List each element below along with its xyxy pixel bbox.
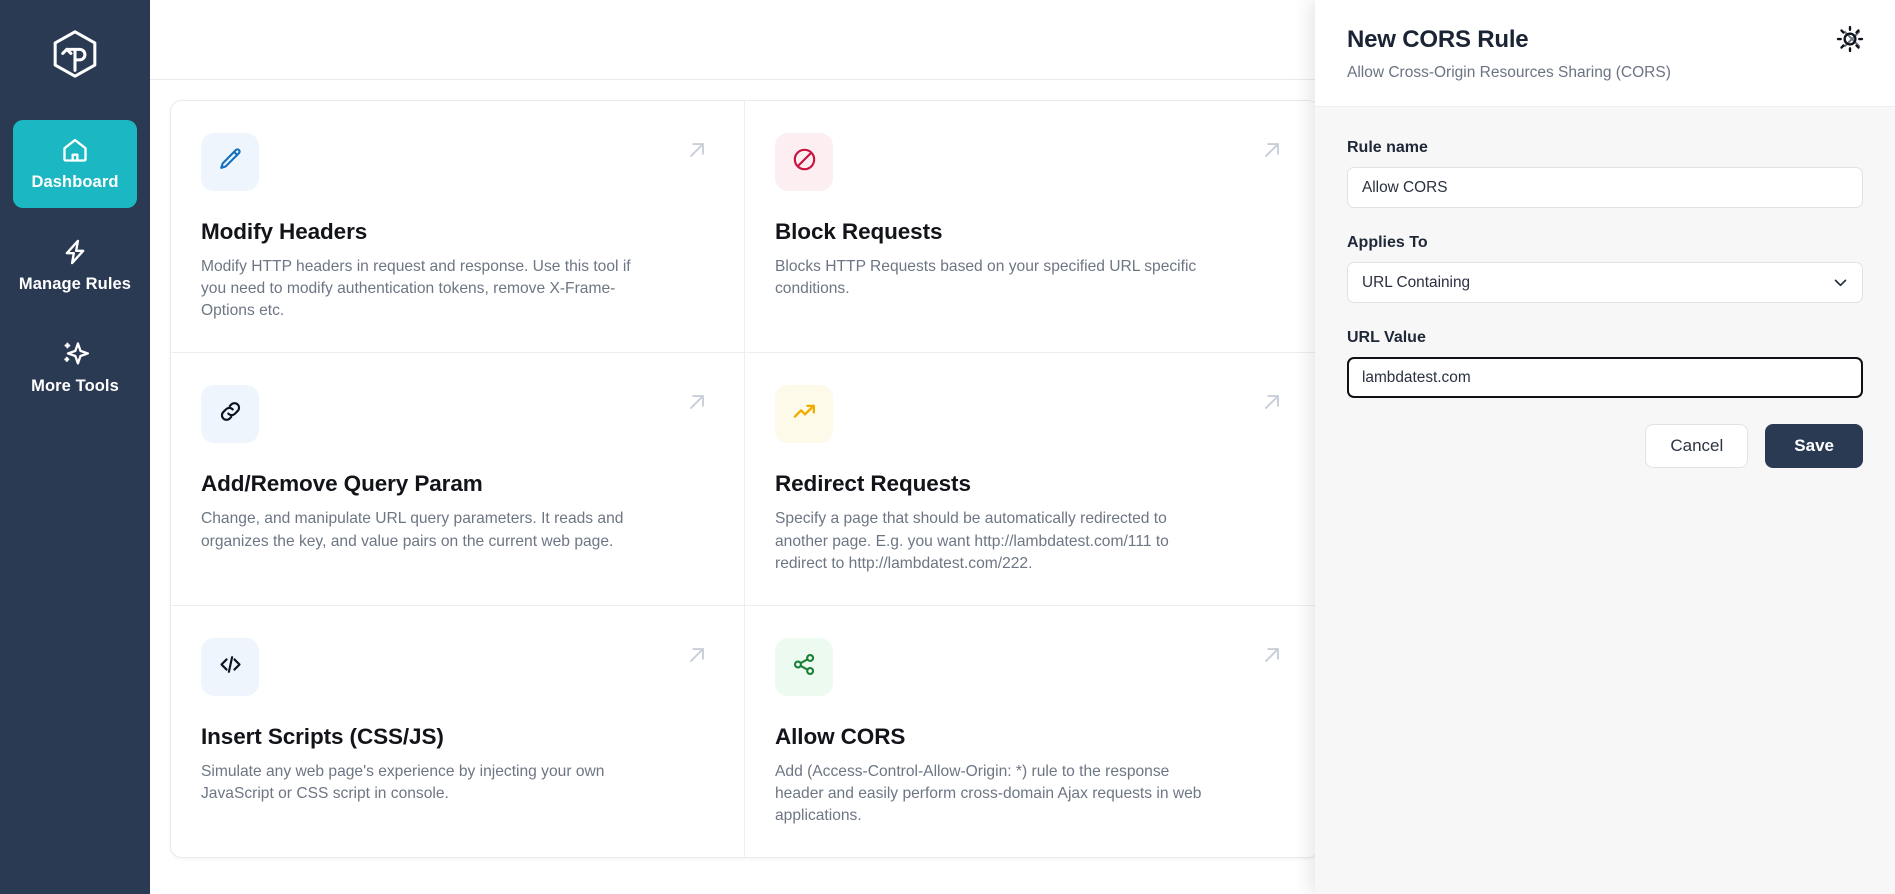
tool-card[interactable]: Allow CORS Add (Access-Control-Allow-Ori… xyxy=(745,606,1319,857)
card-description: Add (Access-Control-Allow-Origin: *) rul… xyxy=(775,761,1215,827)
url-value-input[interactable] xyxy=(1347,357,1863,398)
sidebar-nav: Dashboard Manage Rules xyxy=(0,120,150,412)
code-icon xyxy=(217,651,244,683)
arrow-up-right-icon[interactable] xyxy=(1259,137,1285,163)
applies-to-select[interactable]: URL Containing xyxy=(1347,262,1863,303)
sidebar-item-label: More Tools xyxy=(31,377,119,396)
sidebar: Dashboard Manage Rules xyxy=(0,0,150,894)
card-title: Add/Remove Query Param xyxy=(201,471,714,497)
arrow-up-right-icon[interactable] xyxy=(1259,389,1285,415)
panel-title: New CORS Rule xyxy=(1347,26,1863,54)
card-icon-wrapper xyxy=(201,385,259,443)
rule-name-label: Rule name xyxy=(1347,139,1863,157)
panel-body: Rule name Applies To URL Containing xyxy=(1315,107,1895,468)
applies-to-label: Applies To xyxy=(1347,234,1863,252)
tools-card-grid: Modify Headers Modify HTTP headers in re… xyxy=(170,100,1320,858)
tool-card[interactable]: Modify Headers Modify HTTP headers in re… xyxy=(171,101,745,353)
pencil-icon xyxy=(217,146,244,178)
arrow-up-right-icon[interactable] xyxy=(684,389,710,415)
panel-subtitle: Allow Cross-Origin Resources Sharing (CO… xyxy=(1347,64,1863,82)
home-icon xyxy=(61,136,89,164)
sidebar-item-label: Manage Rules xyxy=(19,275,131,294)
tool-card[interactable]: Block Requests Blocks HTTP Requests base… xyxy=(745,101,1319,353)
app-logo-icon[interactable] xyxy=(43,22,107,86)
rule-name-input[interactable] xyxy=(1347,167,1863,208)
tool-card[interactable]: Add/Remove Query Param Change, and manip… xyxy=(171,353,745,605)
new-rule-panel: New CORS Rule Allow Cross-Origin Resourc… xyxy=(1315,0,1895,894)
card-title: Redirect Requests xyxy=(775,471,1289,497)
card-description: Change, and manipulate URL query paramet… xyxy=(201,508,641,552)
app-root: Dashboard Manage Rules xyxy=(0,0,1895,894)
save-button[interactable]: Save xyxy=(1765,424,1863,468)
sidebar-item-manage-rules[interactable]: Manage Rules xyxy=(13,222,137,310)
card-title: Insert Scripts (CSS/JS) xyxy=(201,724,714,750)
card-description: Blocks HTTP Requests based on your speci… xyxy=(775,256,1215,300)
tool-card[interactable]: Insert Scripts (CSS/JS) Simulate any web… xyxy=(171,606,745,857)
bolt-icon xyxy=(61,238,89,266)
card-description: Modify HTTP headers in request and respo… xyxy=(201,256,641,322)
card-icon-wrapper xyxy=(775,385,833,443)
link-icon xyxy=(217,398,244,430)
tool-card[interactable]: Redirect Requests Specify a page that sh… xyxy=(745,353,1319,605)
arrow-up-right-icon[interactable] xyxy=(684,137,710,163)
rule-name-field: Rule name xyxy=(1347,139,1863,208)
card-description: Simulate any web page's experience by in… xyxy=(201,761,641,805)
sparkles-icon xyxy=(61,340,89,368)
card-title: Block Requests xyxy=(775,219,1289,245)
card-icon-wrapper xyxy=(775,133,833,191)
card-icon-wrapper xyxy=(201,638,259,696)
trending-up-icon xyxy=(791,398,818,430)
arrow-up-right-icon[interactable] xyxy=(1259,642,1285,668)
applies-to-select-wrapper: URL Containing xyxy=(1347,262,1863,303)
card-description: Specify a page that should be automatica… xyxy=(775,508,1215,574)
applies-to-field: Applies To URL Containing xyxy=(1347,234,1863,303)
card-icon-wrapper xyxy=(775,638,833,696)
url-value-field: URL Value xyxy=(1347,329,1863,398)
share-nodes-icon xyxy=(791,651,818,683)
sun-icon[interactable] xyxy=(1835,24,1865,54)
no-entry-icon xyxy=(791,146,818,178)
sidebar-item-dashboard[interactable]: Dashboard xyxy=(13,120,137,208)
panel-actions: Cancel Save xyxy=(1347,424,1863,468)
panel-header: New CORS Rule Allow Cross-Origin Resourc… xyxy=(1315,0,1895,107)
cancel-button[interactable]: Cancel xyxy=(1645,424,1748,468)
sidebar-item-label: Dashboard xyxy=(31,173,118,192)
card-title: Modify Headers xyxy=(201,219,714,245)
arrow-up-right-icon[interactable] xyxy=(684,642,710,668)
card-icon-wrapper xyxy=(201,133,259,191)
url-value-label: URL Value xyxy=(1347,329,1863,347)
card-title: Allow CORS xyxy=(775,724,1289,750)
sidebar-item-more-tools[interactable]: More Tools xyxy=(13,324,137,412)
